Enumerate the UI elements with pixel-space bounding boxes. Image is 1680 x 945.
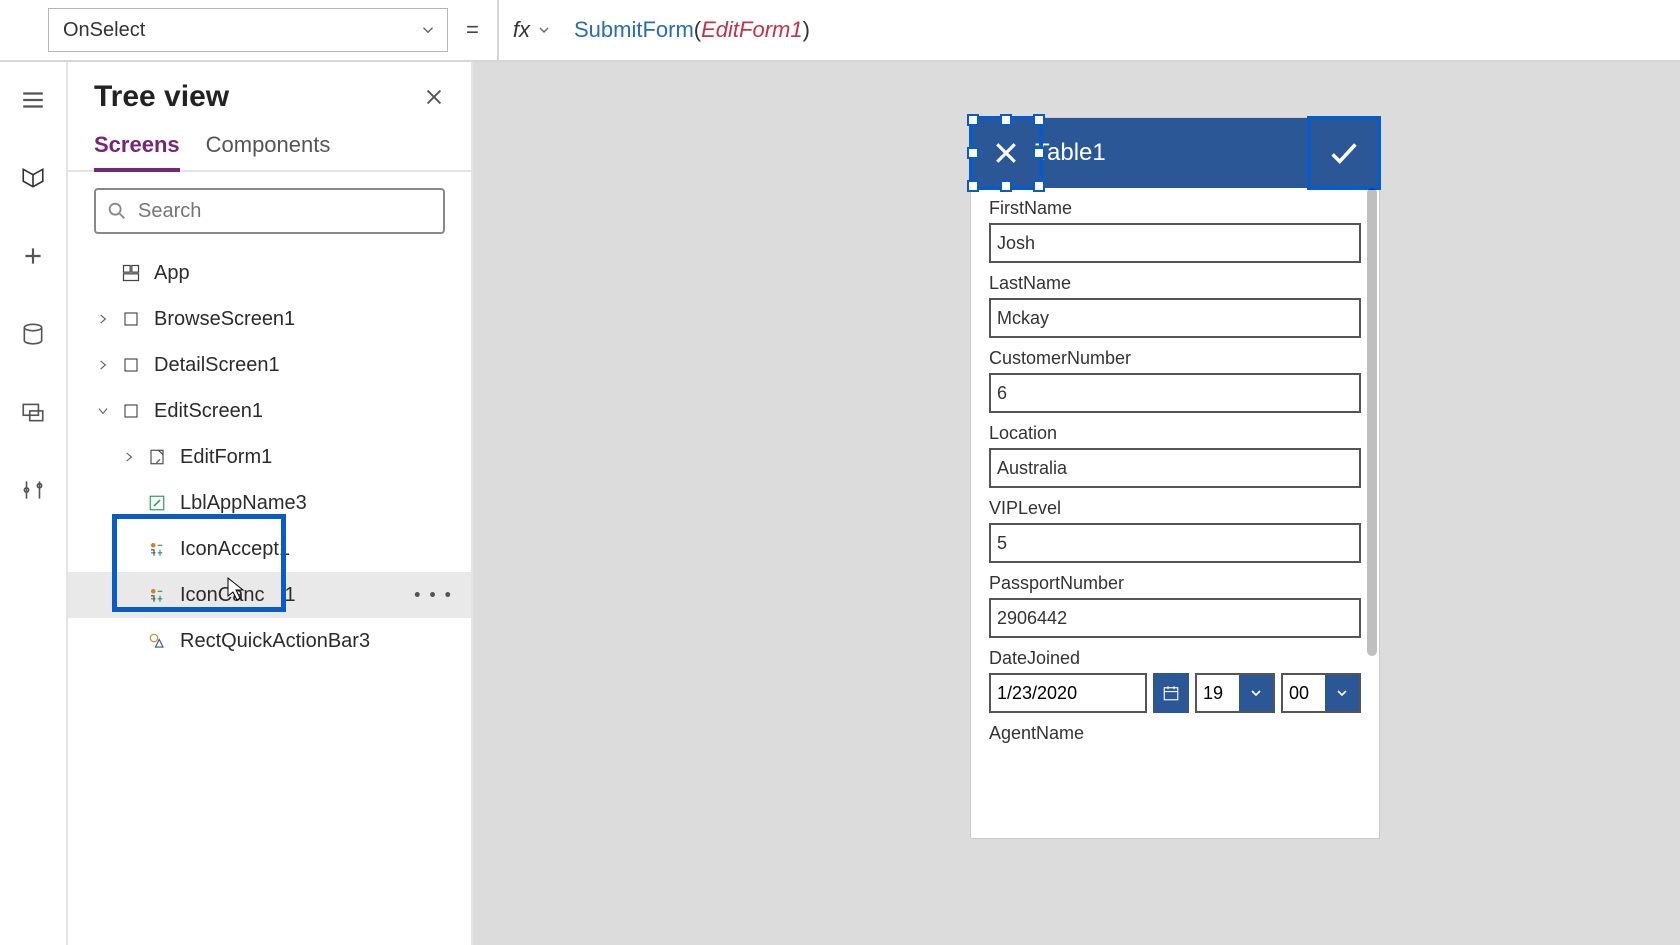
tab-components[interactable]: Components — [206, 132, 331, 170]
hour-value: 19 — [1197, 683, 1239, 704]
chevron-right-icon[interactable] — [120, 450, 138, 464]
tree-label: LblAppName3 — [180, 492, 307, 515]
search-icon — [106, 200, 128, 222]
form-body: FirstName LastName CustomerNumber Locati… — [971, 188, 1379, 838]
minute-dropdown[interactable]: 00 — [1281, 673, 1361, 713]
screen-icon — [118, 310, 144, 328]
screen-icon — [118, 356, 144, 374]
tree-view-icon[interactable] — [15, 160, 51, 196]
tree-node-editform[interactable]: EditForm1 — [68, 434, 471, 480]
search-input[interactable] — [138, 200, 433, 223]
app-icon — [118, 263, 144, 283]
group-icon — [144, 586, 170, 604]
scrollbar[interactable] — [1367, 188, 1377, 656]
tab-screens[interactable]: Screens — [94, 132, 180, 172]
tree-view-title: Tree view — [94, 80, 229, 114]
property-dropdown[interactable]: OnSelect — [48, 8, 448, 52]
fx-box: fx SubmitForm(EditForm1) — [497, 0, 824, 61]
tree-node-iconaccept[interactable]: IconAccept1 — [68, 526, 471, 572]
settings-icon[interactable] — [15, 472, 51, 508]
search-box[interactable] — [94, 188, 445, 234]
left-rail — [0, 62, 68, 945]
insert-icon[interactable] — [15, 238, 51, 274]
form-icon — [144, 448, 170, 466]
passportnumber-input[interactable] — [989, 598, 1361, 638]
date-value: 1/23/2020 — [997, 683, 1077, 704]
shape-icon — [144, 632, 170, 650]
tree-node-lblapp[interactable]: LblAppName3 — [68, 480, 471, 526]
tree-label: EditForm1 — [180, 446, 272, 469]
more-icon[interactable]: • • • — [414, 585, 453, 606]
tree-node-rect[interactable]: RectQuickActionBar3 — [68, 618, 471, 664]
main: Tree view Screens Components — [0, 62, 1680, 945]
canvas[interactable]: Table1 FirstName LastName — [473, 62, 1680, 945]
minute-value: 00 — [1283, 683, 1325, 704]
tree-label: IconAccept1 — [180, 538, 290, 561]
data-icon[interactable] — [15, 316, 51, 352]
equals-sign: = — [466, 17, 479, 43]
chevron-down-icon — [1325, 675, 1359, 711]
phone-title: Table1 — [1035, 139, 1106, 167]
tree-label: RectQuickActionBar3 — [180, 630, 370, 653]
phone-preview: Table1 FirstName LastName — [971, 118, 1379, 838]
chevron-right-icon[interactable] — [94, 312, 112, 326]
selection-box-accept — [1307, 116, 1381, 190]
field-label: PassportNumber — [989, 573, 1361, 594]
formula-bar: OnSelect = fx SubmitForm(EditForm1) — [0, 0, 1680, 62]
tree-node-browsescreen[interactable]: BrowseScreen1 — [68, 296, 471, 342]
tree-tabs: Screens Components — [68, 114, 471, 172]
tree-node-editscreen[interactable]: EditScreen1 — [68, 388, 471, 434]
hour-dropdown[interactable]: 19 — [1195, 673, 1275, 713]
tree: App BrowseScreen1 DetailScreen1 — [68, 242, 471, 664]
chevron-down-icon — [419, 21, 437, 39]
tree-node-app[interactable]: App — [68, 250, 471, 296]
field-label: LastName — [989, 273, 1361, 294]
tree-label: IconCanc1 — [180, 584, 296, 607]
customernumber-input[interactable] — [989, 373, 1361, 413]
field-label: VIPLevel — [989, 498, 1361, 519]
hamburger-icon[interactable] — [15, 82, 51, 118]
firstname-input[interactable] — [989, 223, 1361, 263]
close-icon[interactable] — [423, 86, 445, 108]
field-label: AgentName — [989, 723, 1361, 744]
location-input[interactable] — [989, 448, 1361, 488]
selection-box-cancel — [969, 116, 1043, 190]
field-label: Location — [989, 423, 1361, 444]
chevron-down-icon[interactable] — [536, 22, 552, 38]
edit-icon — [144, 494, 170, 512]
formula-input[interactable]: SubmitForm(EditForm1) — [574, 17, 810, 43]
tree-view-panel: Tree view Screens Components — [68, 62, 473, 945]
date-input[interactable]: 1/23/2020 — [989, 673, 1147, 713]
property-value: OnSelect — [63, 19, 145, 42]
screen-icon — [118, 402, 144, 420]
formula-identifier: EditForm1 — [701, 17, 802, 42]
tree-label: BrowseScreen1 — [154, 308, 295, 331]
tree-label: DetailScreen1 — [154, 354, 280, 377]
field-label: DateJoined — [989, 648, 1361, 669]
tree-node-iconcancel[interactable]: IconCanc1 • • • — [68, 572, 471, 618]
lastname-input[interactable] — [989, 298, 1361, 338]
tree-label: EditScreen1 — [154, 400, 263, 423]
field-label: FirstName — [989, 198, 1361, 219]
field-label: CustomerNumber — [989, 348, 1361, 369]
chevron-right-icon[interactable] — [94, 358, 112, 372]
fx-label: fx — [513, 17, 530, 43]
tree-label: App — [154, 262, 190, 285]
chevron-down-icon[interactable] — [94, 404, 112, 418]
media-icon[interactable] — [15, 394, 51, 430]
calendar-icon[interactable] — [1153, 673, 1189, 713]
viplevel-input[interactable] — [989, 523, 1361, 563]
group-icon — [144, 540, 170, 558]
tree-node-detailscreen[interactable]: DetailScreen1 — [68, 342, 471, 388]
chevron-down-icon — [1239, 675, 1273, 711]
formula-function: SubmitForm — [574, 17, 694, 42]
